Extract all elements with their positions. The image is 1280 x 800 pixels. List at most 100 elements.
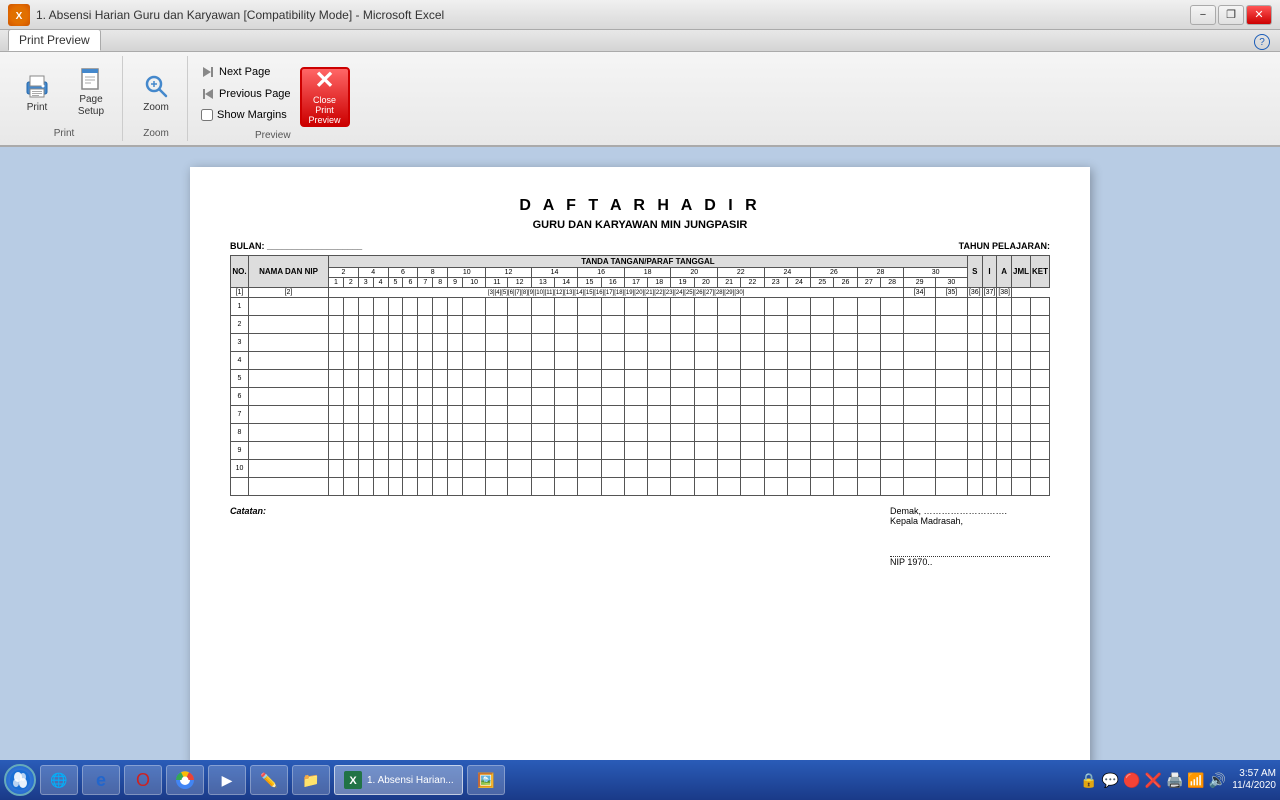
- window-controls: − ❐ ✕: [1190, 5, 1272, 25]
- tray-icon-3: 🔴: [1123, 772, 1140, 789]
- preview-small-buttons: Next Page Previous Page Show Margins: [196, 58, 296, 128]
- table-row: 2: [231, 316, 1050, 334]
- ribbon-toolbar: Print Page Setup Print: [0, 52, 1280, 147]
- minimize-button[interactable]: −: [1190, 5, 1216, 25]
- taskbar-chrome[interactable]: [166, 765, 204, 795]
- zoom-button[interactable]: Zoom: [131, 62, 181, 122]
- table-row: 7: [231, 406, 1050, 424]
- preview-group-label: Preview: [255, 128, 291, 141]
- tray-icon-5: 🖨️: [1166, 772, 1183, 789]
- next-page-label: Next Page: [219, 66, 270, 78]
- ribbon-group-preview: Next Page Previous Page Show Margins ✕ C…: [190, 56, 356, 141]
- taskbar-browser2[interactable]: e: [82, 765, 120, 795]
- doc-footer: Catatan: Demak, ………………………. Kepala Madras…: [230, 506, 1050, 567]
- editor-icon: ✏️: [259, 770, 279, 790]
- prev-page-label: Previous Page: [219, 88, 291, 100]
- print-group-label: Print: [54, 126, 75, 139]
- taskbar-ie[interactable]: 🌐: [40, 765, 78, 795]
- col-i-header: I: [982, 256, 997, 288]
- tray-icon-7: 🔊: [1209, 772, 1226, 789]
- prev-page-button[interactable]: Previous Page: [196, 84, 296, 104]
- table-row: 3: [231, 334, 1050, 352]
- footer-sign: Demak, ………………………. Kepala Madrasah, NIP 1…: [890, 506, 1050, 567]
- table-row: 8: [231, 424, 1050, 442]
- print-icon: [21, 70, 53, 102]
- close-preview-icon: ✕: [314, 69, 334, 93]
- print-button[interactable]: Print: [12, 62, 62, 122]
- start-button[interactable]: [4, 764, 36, 796]
- col-ket-header: KET: [1031, 256, 1050, 288]
- title-text: 1. Absensi Harian Guru dan Karyawan [Com…: [36, 8, 444, 22]
- doc-meta: BULAN: ___________________ TAHUN PELAJAR…: [230, 241, 1050, 251]
- tab-print-preview[interactable]: Print Preview: [8, 29, 101, 51]
- tanda-tangan-header: TANDA TANGAN/PARAF TANGGAL: [329, 256, 968, 268]
- doc-title: D A F T A R H A D I R: [230, 197, 1050, 215]
- table-summary-row: [231, 478, 1050, 496]
- col-no-header: NO.: [231, 256, 249, 288]
- chrome-icon: [175, 770, 195, 790]
- zoom-icon: [140, 70, 172, 102]
- clock-date: 11/4/2020: [1232, 780, 1276, 792]
- next-page-button[interactable]: Next Page: [196, 62, 296, 82]
- taskbar-files[interactable]: 📁: [292, 765, 330, 795]
- table-row: 4: [231, 352, 1050, 370]
- office-icon: X: [8, 4, 30, 26]
- show-margins-button[interactable]: Show Margins: [196, 106, 296, 124]
- zoom-label: Zoom: [143, 102, 169, 114]
- footer-notes: Catatan:: [230, 506, 266, 567]
- attendance-table: NO. NAMA DAN NIP TANDA TANGAN/PARAF TANG…: [230, 255, 1050, 496]
- print-group-content: Print Page Setup: [12, 58, 116, 126]
- close-preview-label: Close Print Preview: [306, 95, 344, 125]
- table-row: 5: [231, 370, 1050, 388]
- footer-city: Demak, ……………………….: [890, 506, 1050, 516]
- excel-taskbar-label: 1. Absensi Harian...: [367, 775, 454, 786]
- taskbar: 🌐 e O ▶ ✏️: [0, 760, 1280, 800]
- page-setup-button[interactable]: Page Setup: [66, 62, 116, 122]
- taskbar-right: 🔒 💬 🔴 ❌ 🖨️ 📶 🔊 3:57 AM 11/4/2020: [1080, 768, 1276, 792]
- zoom-group-label: Zoom: [143, 126, 169, 139]
- meta-bulan: BULAN: ___________________: [230, 241, 362, 251]
- col-a-header: A: [997, 256, 1012, 288]
- preview-area: D A F T A R H A D I R GURU DAN KARYAWAN …: [0, 147, 1280, 773]
- prev-page-icon: [201, 87, 215, 101]
- preview-group-content: Next Page Previous Page Show Margins ✕ C…: [196, 58, 350, 128]
- table-row: 9: [231, 442, 1050, 460]
- files-icon: 📁: [301, 770, 321, 790]
- paper: D A F T A R H A D I R GURU DAN KARYAWAN …: [190, 167, 1090, 767]
- close-print-preview-button[interactable]: ✕ Close Print Preview: [300, 67, 350, 127]
- restore-button[interactable]: ❐: [1218, 5, 1244, 25]
- tray-icon-6: 📶: [1187, 772, 1204, 789]
- table-row: 6: [231, 388, 1050, 406]
- tray-icon-4: ❌: [1145, 772, 1162, 789]
- system-tray: 🔒 💬 🔴 ❌ 🖨️ 📶 🔊: [1080, 772, 1226, 789]
- close-button[interactable]: ✕: [1246, 5, 1272, 25]
- clock-display: 3:57 AM 11/4/2020: [1232, 768, 1276, 792]
- taskbar-excel[interactable]: X 1. Absensi Harian...: [334, 765, 463, 795]
- taskbar-opera[interactable]: O: [124, 765, 162, 795]
- zoom-group-content: Zoom: [131, 58, 181, 126]
- media-icon: ▶: [217, 770, 237, 790]
- doc-subtitle: GURU DAN KARYAWAN MIN JUNGPASIR: [230, 219, 1050, 231]
- next-page-icon: [201, 65, 215, 79]
- show-margins-checkbox[interactable]: [201, 109, 213, 121]
- taskbar-left: 🌐 e O ▶ ✏️: [4, 764, 505, 796]
- help-icon[interactable]: ?: [1254, 34, 1270, 50]
- print-label: Print: [27, 102, 48, 114]
- taskbar-media[interactable]: ▶: [208, 765, 246, 795]
- title-bar: X 1. Absensi Harian Guru dan Karyawan [C…: [0, 0, 1280, 30]
- meta-tahun: TAHUN PELAJARAN:: [959, 241, 1050, 251]
- svg-text:X: X: [349, 775, 357, 787]
- extra-icon: 🖼️: [476, 770, 496, 790]
- show-margins-label: Show Margins: [217, 109, 287, 121]
- col-s-header: S: [967, 256, 982, 288]
- tray-icon-2: 💬: [1102, 772, 1119, 789]
- taskbar-editor[interactable]: ✏️: [250, 765, 288, 795]
- excel-icon: X: [343, 770, 363, 790]
- tray-icon-1: 🔒: [1080, 772, 1097, 789]
- page-setup-icon: [75, 66, 107, 94]
- footer-nip: NIP 1970..: [890, 557, 1050, 567]
- browser2-icon: e: [91, 770, 111, 790]
- table-row: 10: [231, 460, 1050, 478]
- ie-icon: 🌐: [49, 770, 69, 790]
- taskbar-extra[interactable]: 🖼️: [467, 765, 505, 795]
